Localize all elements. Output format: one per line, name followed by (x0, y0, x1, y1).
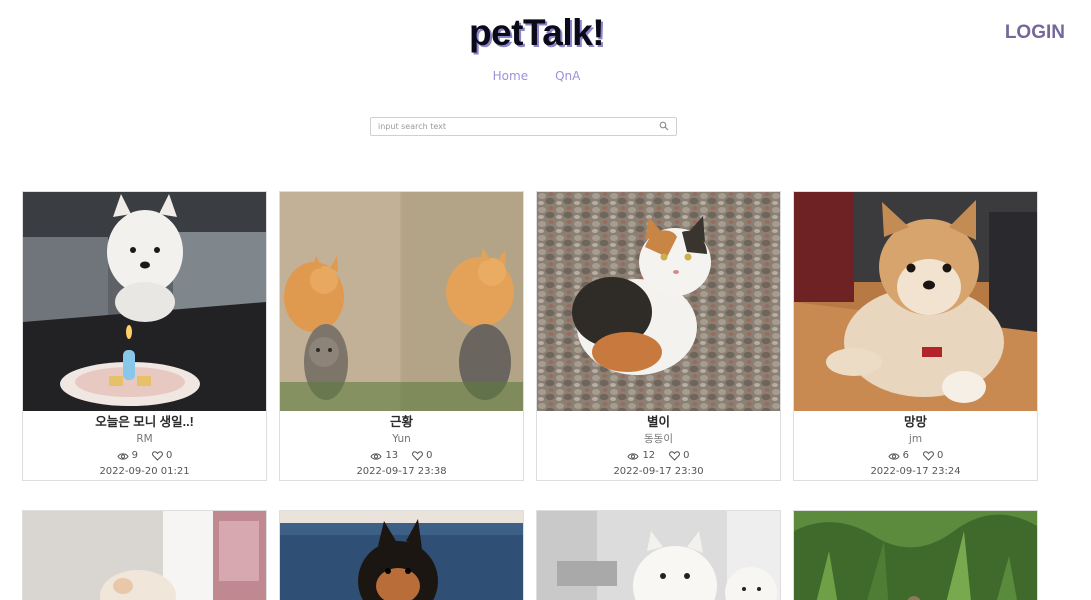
post-stats: 12 0 (537, 448, 780, 464)
view-count-value: 9 (131, 450, 138, 461)
like-count[interactable]: 0 (412, 448, 433, 464)
post-date: 2022-09-17 23:38 (356, 466, 447, 477)
search-input[interactable] (371, 118, 651, 135)
post-author: jm (908, 433, 923, 445)
view-count: 9 (117, 448, 138, 464)
post-info: 별이 동동이 12 0 2022-09-17 23:30 (537, 411, 780, 480)
post-photo-grass[interactable] (794, 511, 1037, 600)
post-author: 동동이 (644, 433, 673, 445)
post-info: 오늘은 모니 생일..! RM 9 0 2022-09-20 01:21 (23, 411, 266, 480)
nav-qna[interactable]: QnA (555, 69, 580, 83)
post-title[interactable]: 오늘은 모니 생일..! (23, 413, 266, 431)
eye-icon (627, 452, 640, 460)
post-stats: 6 0 (794, 448, 1037, 464)
post-card[interactable] (536, 510, 781, 600)
post-date: 2022-09-20 01:21 (99, 466, 190, 477)
post-stats: 13 0 (280, 448, 523, 464)
like-count-value: 0 (937, 450, 944, 461)
post-card[interactable] (279, 510, 524, 600)
post-photo-cats[interactable] (280, 192, 523, 411)
eye-icon (117, 452, 129, 460)
post-date: 2022-09-17 23:30 (613, 466, 704, 477)
post-photo-dog-window[interactable] (23, 511, 266, 600)
heart-icon[interactable] (412, 451, 424, 461)
post-photo-dog-birthday[interactable] (23, 192, 266, 411)
heart-icon[interactable] (923, 451, 934, 461)
view-count-value: 13 (385, 450, 399, 461)
post-title[interactable]: 근황 (280, 413, 523, 431)
post-photo-calico-cat[interactable] (537, 192, 780, 411)
post-stats: 9 0 (23, 448, 266, 464)
post-info: 망망 jm 6 0 2022-09-17 23:24 (794, 411, 1037, 480)
view-count: 6 (888, 448, 909, 464)
like-count-value: 0 (166, 450, 173, 461)
post-card[interactable]: 별이 동동이 12 0 2022-09-17 23:30 (536, 191, 781, 481)
main-nav: Home QnA (0, 69, 1073, 83)
like-count[interactable]: 0 (923, 448, 943, 464)
view-count: 12 (627, 448, 655, 464)
view-count-value: 12 (642, 450, 656, 461)
post-date: 2022-09-17 23:24 (870, 466, 961, 477)
post-card[interactable]: 오늘은 모니 생일..! RM 9 0 2022-09-20 01:21 (22, 191, 267, 481)
view-count-value: 6 (902, 450, 909, 461)
post-author: RM (136, 433, 153, 445)
like-count-value: 0 (426, 450, 433, 461)
post-photo-white-pomeranians[interactable] (537, 511, 780, 600)
page: petTalk! LOGIN Home QnA input search tex… (0, 0, 1091, 600)
like-count[interactable]: 0 (152, 448, 172, 464)
heart-icon[interactable] (669, 451, 681, 461)
site-logo[interactable]: petTalk! (0, 12, 1073, 54)
search-icon[interactable] (659, 121, 669, 131)
post-title[interactable]: 별이 (537, 413, 780, 431)
login-button[interactable]: LOGIN (1005, 22, 1065, 44)
post-photo-black-pomeranian[interactable] (280, 511, 523, 600)
post-card[interactable]: 근황 Yun 13 0 2022-09-17 23:38 (279, 191, 524, 481)
view-count: 13 (370, 448, 398, 464)
search-box (370, 117, 677, 136)
heart-icon[interactable] (152, 451, 163, 461)
post-title[interactable]: 망망 (794, 413, 1037, 431)
eye-icon (370, 452, 383, 460)
like-count-value: 0 (683, 450, 690, 461)
nav-home[interactable]: Home (493, 69, 528, 83)
post-info: 근황 Yun 13 0 2022-09-17 23:38 (280, 411, 523, 480)
post-photo-pomeranian[interactable] (794, 192, 1037, 411)
like-count[interactable]: 0 (669, 448, 690, 464)
post-card[interactable]: 망망 jm 6 0 2022-09-17 23:24 (793, 191, 1038, 481)
eye-icon (888, 452, 900, 460)
post-card[interactable] (22, 510, 267, 600)
post-card[interactable] (793, 510, 1038, 600)
post-author: Yun (392, 433, 411, 445)
